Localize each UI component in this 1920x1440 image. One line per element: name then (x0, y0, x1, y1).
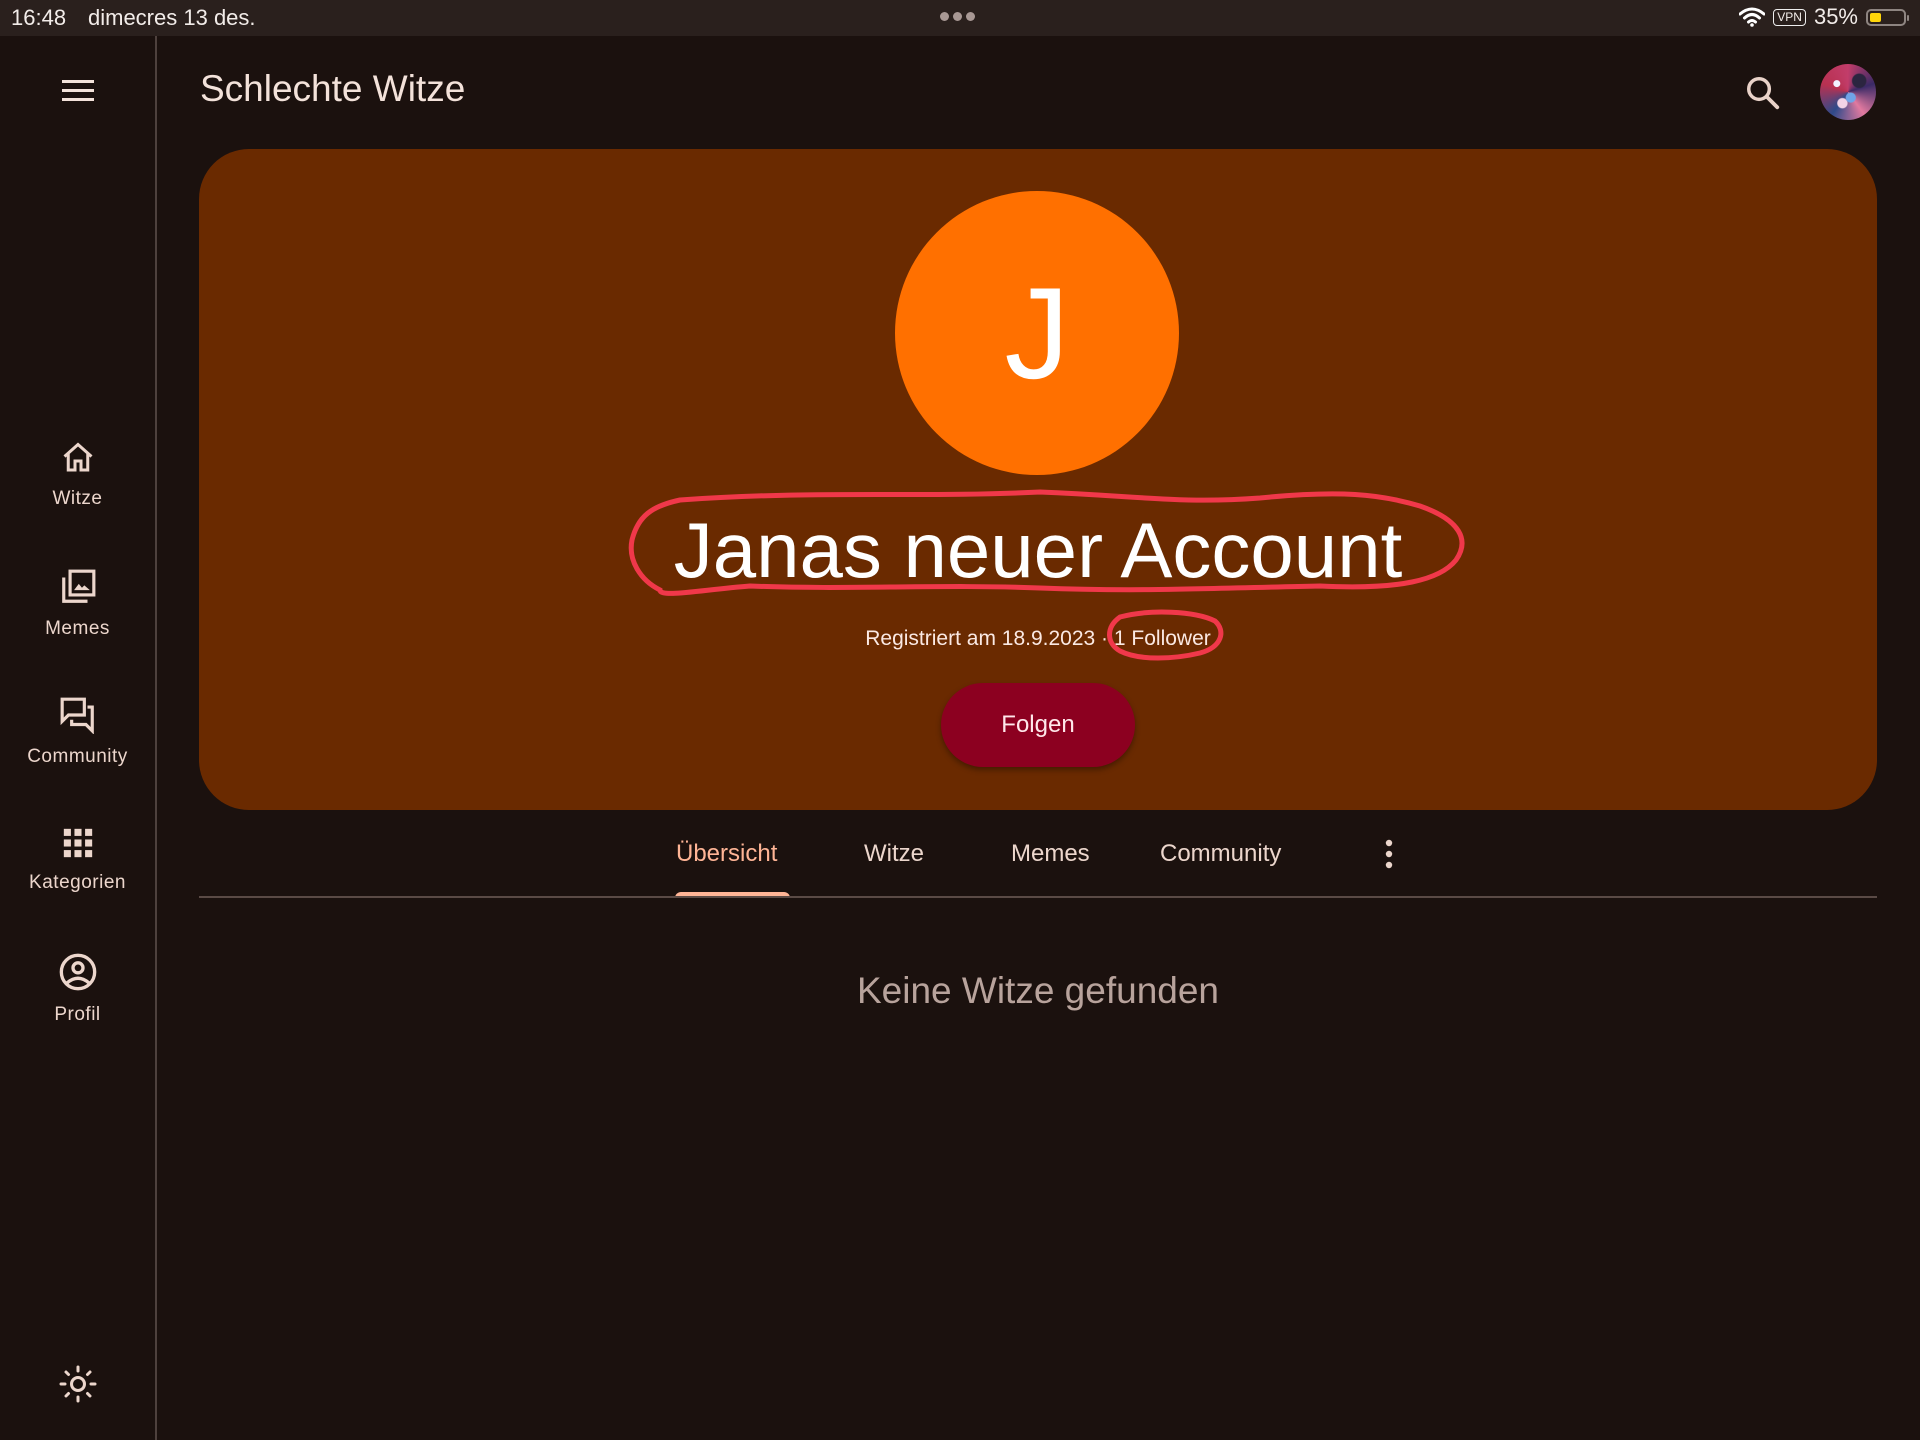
profile-tabs: Übersicht Witze Memes Community (199, 822, 1877, 898)
profile-meta: Registriert am 18.9.2023 · 1 Follower (199, 627, 1877, 651)
sidebar-divider (155, 36, 157, 1440)
empty-state-message: Keine Witze gefunden (856, 970, 1219, 1011)
hamburger-menu-icon (62, 80, 94, 101)
multitasking-dots-icon[interactable] (940, 12, 975, 21)
tab-memes[interactable]: Memes (1011, 840, 1090, 868)
tab-community[interactable]: Community (1160, 840, 1281, 868)
apps-grid-icon (63, 828, 92, 858)
theme-toggle-button[interactable] (56, 1362, 100, 1411)
meta-separator: · (1101, 627, 1109, 650)
search-button[interactable] (1744, 74, 1782, 117)
app-title: Schlechte Witze (200, 68, 466, 109)
home-icon (63, 442, 92, 472)
follow-button[interactable]: Folgen (941, 683, 1135, 767)
sidebar-item-label: Community (27, 746, 128, 767)
sun-icon (59, 1365, 97, 1403)
more-vert-icon (1385, 839, 1393, 869)
sidebar-item-label: Profil (54, 1004, 101, 1025)
sidebar-item-label: Kategorien (29, 872, 126, 893)
status-indicators: VPN 35% (1739, 4, 1909, 30)
photo-library-icon (61, 569, 95, 603)
vpn-icon: VPN (1773, 8, 1806, 26)
search-icon (1747, 77, 1780, 110)
sidebar-item-profil[interactable]: Profil (0, 952, 155, 1026)
follower-count[interactable]: 1 Follower (1114, 627, 1211, 650)
more-tabs-button[interactable] (1379, 838, 1399, 872)
registration-date: Registriert am 18.9.2023 (865, 627, 1096, 650)
battery-percent: 35% (1813, 4, 1858, 29)
sidebar-item-label: Memes (45, 618, 110, 639)
status-bar: 16:48 dimecres 13 des. VPN 35% (0, 0, 1920, 36)
sidebar-item-witze[interactable]: Witze (0, 440, 155, 510)
status-time: 16:48 (11, 5, 67, 30)
sidebar-item-kategorien[interactable]: Kategorien (0, 826, 155, 894)
sidebar-item-memes[interactable]: Memes (0, 568, 155, 640)
tab-witze[interactable]: Witze (864, 840, 924, 868)
sidebar-item-community[interactable]: Community (0, 696, 155, 768)
user-avatar[interactable] (1820, 64, 1876, 120)
tab-divider (199, 896, 1877, 898)
profile-name: Janas neuer Account (673, 506, 1403, 594)
wifi-icon (1739, 7, 1766, 27)
battery-icon (1866, 8, 1909, 26)
menu-button[interactable] (58, 76, 98, 106)
sidebar-item-label: Witze (52, 488, 103, 509)
account-circle-icon (59, 953, 96, 991)
profile-avatar: J (895, 191, 1179, 475)
tab-uebersicht[interactable]: Übersicht (676, 840, 777, 868)
status-date: dimecres 13 des. (88, 5, 256, 30)
forum-icon (60, 697, 94, 734)
